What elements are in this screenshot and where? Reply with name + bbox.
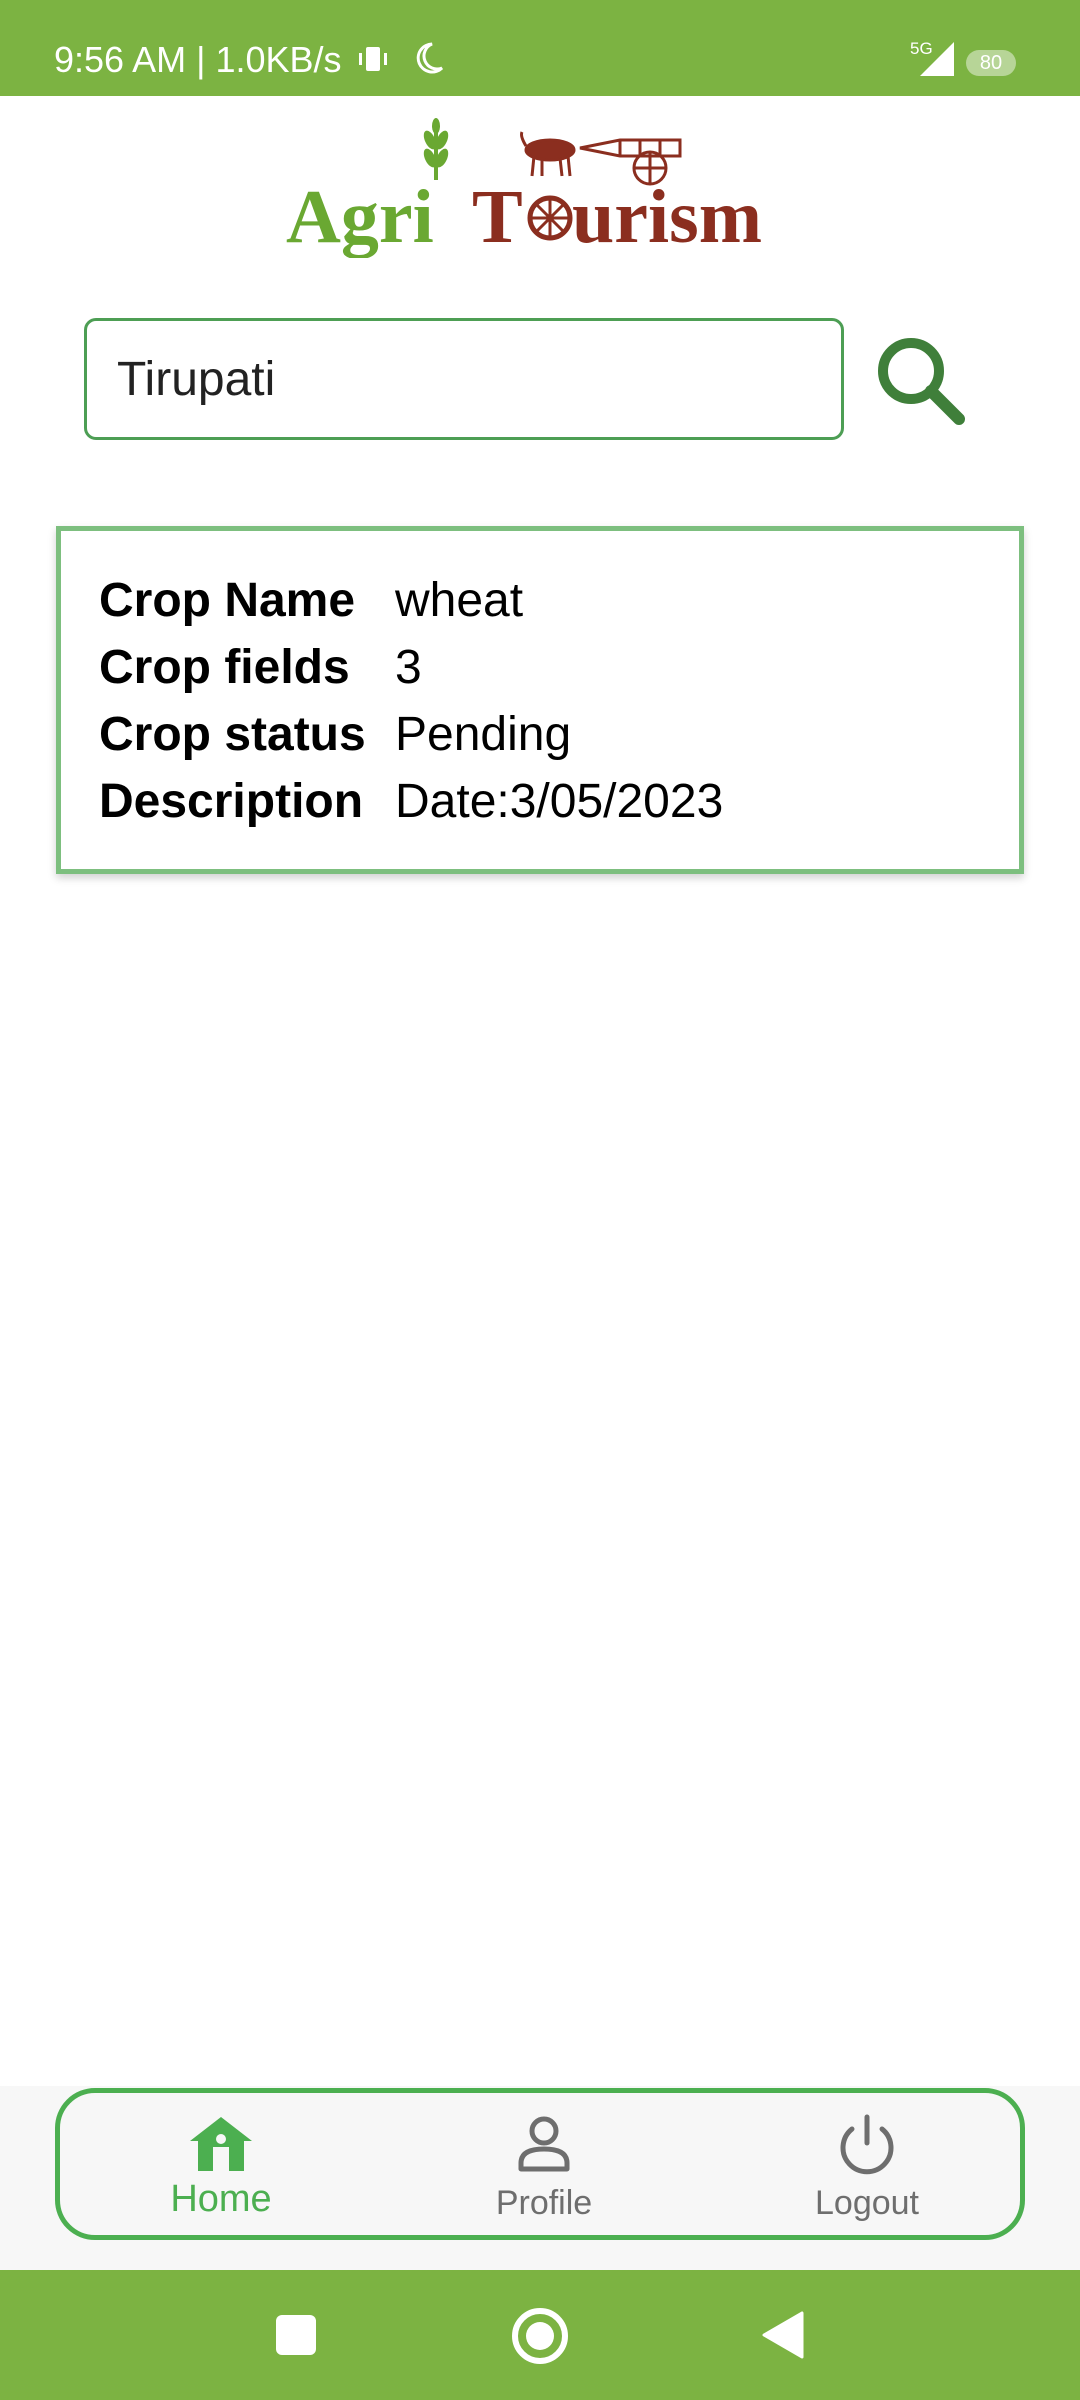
- crop-name-value: wheat: [395, 574, 524, 627]
- wheat-icon: [423, 118, 449, 180]
- nav-label-logout: Logout: [815, 2184, 919, 2222]
- logo-agri: Agri: [286, 175, 434, 258]
- crop-row-name: Crop Name wheat: [99, 569, 523, 633]
- back-triangle-icon[interactable]: [760, 2310, 806, 2360]
- crop-status-value: Pending: [395, 708, 572, 761]
- crop-status-label: Crop status: [99, 708, 366, 761]
- crop-fields-value: 3: [395, 641, 422, 694]
- nav-item-home[interactable]: Home: [96, 2093, 346, 2235]
- system-nav-bar: [0, 2270, 1080, 2400]
- crop-card[interactable]: Crop Name wheat Crop fields 3 Crop status P…: [56, 526, 1024, 874]
- description-value: Date:3/05/2023: [395, 775, 724, 828]
- nav-item-logout[interactable]: Logout: [742, 2093, 992, 2235]
- recents-square-icon[interactable]: [274, 2313, 318, 2357]
- nav-label-profile: Profile: [495, 2184, 593, 2222]
- signal-icon: [920, 42, 954, 76]
- search-button[interactable]: [866, 326, 976, 436]
- logo-urism: urism: [572, 175, 762, 258]
- description-label: Description: [99, 775, 364, 828]
- nav-item-profile[interactable]: Profile: [419, 2093, 669, 2235]
- person-icon: [518, 2116, 570, 2172]
- bottom-nav: Home Profile Logout: [55, 2088, 1025, 2240]
- crop-row-status: Crop status Pending: [99, 703, 571, 767]
- home-icon: [190, 2117, 252, 2171]
- cart-wheel-icon: [527, 195, 573, 241]
- home-circle-icon[interactable]: [510, 2306, 570, 2366]
- power-icon: [840, 2114, 894, 2175]
- search-input[interactable]: [84, 318, 844, 440]
- crop-row-description: Description Date:3/05/2023: [99, 770, 723, 834]
- crop-row-fields: Crop fields 3: [99, 636, 422, 700]
- search-icon: [878, 338, 965, 425]
- nav-label-home: Home: [170, 2178, 272, 2220]
- battery-level: 80: [979, 52, 1003, 74]
- logo-t: T: [472, 175, 523, 258]
- vibrate-icon: [356, 42, 390, 82]
- crop-name-label: Crop Name: [99, 574, 356, 627]
- status-bar: 9:56 AM | 1.0KB/s 5G 80: [0, 0, 1080, 96]
- status-time-speed: 9:56 AM | 1.0KB/s: [54, 39, 342, 80]
- crop-fields-label: Crop fields: [99, 641, 350, 694]
- app-logo: Agri T urism: [286, 118, 762, 258]
- moon-icon: [414, 42, 444, 82]
- battery-icon: 80: [966, 50, 1016, 76]
- status-left: 9:56 AM | 1.0KB/s: [54, 40, 444, 82]
